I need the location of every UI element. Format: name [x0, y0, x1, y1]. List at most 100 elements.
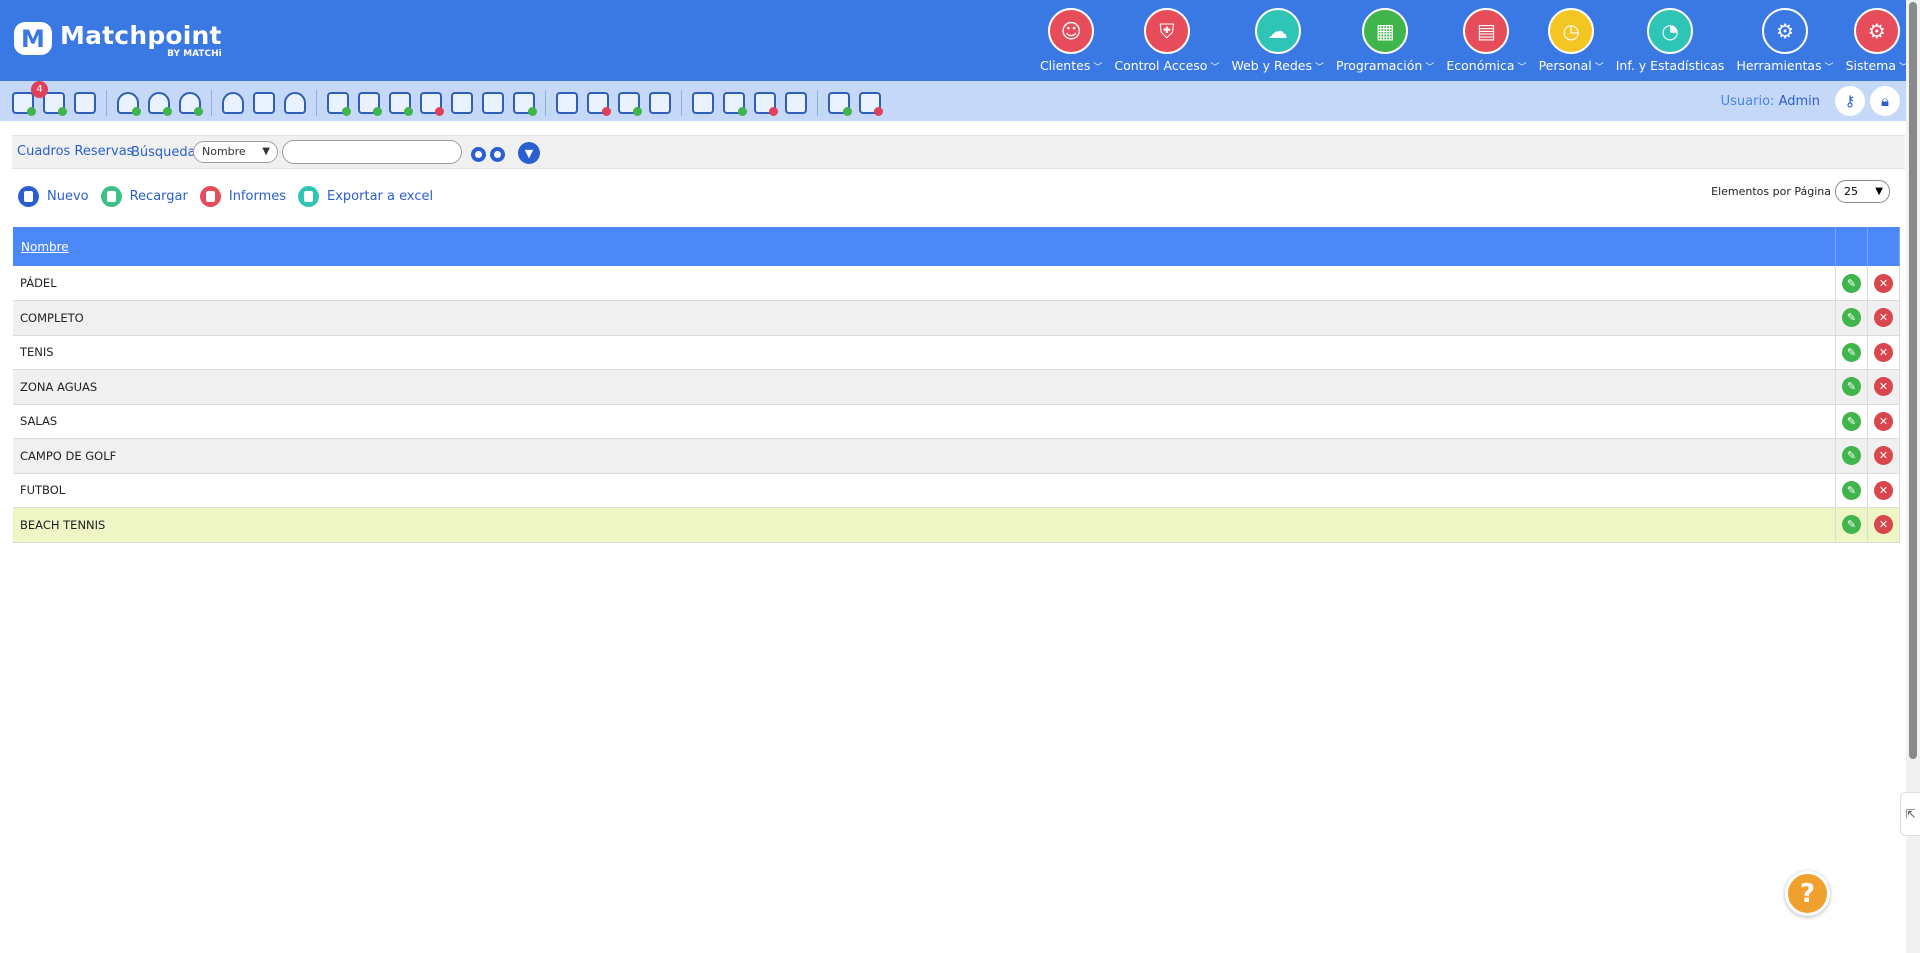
side-collapse-tab[interactable]: ⇱ [1900, 792, 1920, 836]
brand-sub: BY MATCHi [167, 49, 222, 59]
user-edit-icon[interactable] [284, 92, 306, 114]
edit-icon[interactable]: ✎ [1842, 446, 1861, 466]
star-icon[interactable] [253, 92, 275, 114]
top-header: M Matchpoint BY MATCHi ☺ Clientes ﹀ ⛨ Contro… [0, 0, 1920, 81]
nav-item-2[interactable]: ☁ Web y Redes ﹀ [1231, 8, 1324, 73]
chevron-down-icon: ﹀ [1093, 63, 1103, 73]
chart-red-icon[interactable] [754, 92, 778, 116]
row-name: ZONA AGUAS [13, 369, 1836, 405]
action-exportar-a-excel-button[interactable]: Exportar a excel [298, 186, 433, 207]
invoice-search-icon[interactable] [649, 92, 671, 114]
table-row[interactable]: CAMPO DE GOLF ✎ ✕ [13, 438, 1900, 474]
row-name: PÁDEL [13, 266, 1836, 301]
search-input[interactable] [282, 140, 462, 164]
key-icon[interactable]: ⚷ [1835, 86, 1865, 116]
add-client-icon[interactable] [117, 92, 141, 116]
action-icon [18, 186, 39, 207]
edit-icon[interactable]: ✎ [1842, 273, 1861, 293]
edit-icon[interactable]: ✎ [1842, 377, 1861, 397]
search-label: Búsqueda [131, 145, 196, 160]
edit-icon[interactable]: ✎ [1842, 480, 1861, 500]
action-informes-button[interactable]: Informes [199, 186, 286, 207]
new-reservation-icon[interactable] [12, 92, 36, 116]
invoice-time-icon[interactable] [556, 92, 578, 114]
client-search-icon[interactable] [148, 92, 172, 116]
table-row[interactable]: TENIS ✎ ✕ [13, 335, 1900, 370]
bank-icon[interactable] [785, 92, 807, 114]
ticket-ok-icon[interactable] [358, 92, 382, 116]
action-icon [100, 186, 122, 207]
matchpoint-logo[interactable]: M Matchpoint BY MATCHi [14, 22, 222, 59]
delete-icon[interactable]: ✕ [1874, 377, 1893, 397]
column-header-nombre[interactable]: Nombre [13, 227, 1836, 266]
nav-item-6[interactable]: ◔ Inf. y Estadísticas [1616, 8, 1724, 73]
edit-icon[interactable]: ✎ [1842, 342, 1861, 362]
chart-up-icon[interactable] [692, 92, 714, 114]
action-nuevo-button[interactable]: Nuevo [18, 186, 89, 207]
delete-icon[interactable]: ✕ [1874, 480, 1893, 500]
screen-remove-icon[interactable] [859, 92, 883, 116]
notification-badge: 4 [31, 81, 48, 98]
nav-item-1[interactable]: ⛨ Control Acceso ﹀ [1114, 8, 1219, 73]
nav-item-7[interactable]: ⚙ Herramientas ﹀ [1736, 8, 1834, 73]
table-row[interactable]: COMPLETO ✎ ✕ [13, 300, 1900, 336]
chart-green-icon[interactable] [723, 92, 747, 116]
table-row[interactable]: SALAS ✎ ✕ [13, 404, 1900, 439]
help-button[interactable]: ? [1785, 871, 1830, 916]
quick-toolbar [0, 81, 1920, 121]
user-name[interactable]: Admin [1779, 94, 1820, 109]
chevron-down-icon: ﹀ [1824, 63, 1834, 73]
logo-mark-icon: M [14, 22, 52, 55]
table-row[interactable]: PÁDEL ✎ ✕ [13, 266, 1900, 301]
row-name: CAMPO DE GOLF [13, 438, 1836, 474]
action-recargar-button[interactable]: Recargar [100, 186, 188, 207]
invoice-ok-icon[interactable] [618, 92, 642, 116]
lock-icon[interactable]: 🔒︎ [1870, 86, 1900, 116]
delete-icon[interactable]: ✕ [1874, 308, 1893, 328]
search-field-select[interactable]: Nombre ▼ [193, 141, 278, 163]
screen-add-icon[interactable] [828, 92, 852, 116]
edit-icon[interactable]: ✎ [1842, 515, 1861, 535]
row-name: SALAS [13, 404, 1836, 439]
coins-icon[interactable] [513, 92, 537, 116]
delete-icon[interactable]: ✕ [1874, 446, 1893, 466]
delete-icon[interactable]: ✕ [1874, 273, 1893, 293]
ticket-add-icon[interactable] [327, 92, 351, 116]
scroll-thumb[interactable] [1909, 2, 1917, 759]
nav-label: Control Acceso [1114, 58, 1208, 73]
search-bar: Cuadros Reservas Búsqueda Nombre ▼ ▼ [12, 135, 1905, 169]
ticket-money-icon[interactable] [389, 92, 413, 116]
delete-icon[interactable]: ✕ [1874, 515, 1893, 535]
chevron-down-icon: ﹀ [1210, 63, 1220, 73]
shield-icon: ⛨ [1143, 8, 1190, 54]
delete-icon[interactable]: ✕ [1874, 411, 1893, 431]
calendar-icon[interactable] [74, 92, 96, 114]
nav-item-4[interactable]: ▤ Económica ﹀ [1446, 8, 1527, 73]
add-reservation-icon[interactable] [43, 92, 67, 116]
monitor-icon[interactable] [451, 92, 473, 114]
table-row[interactable]: ZONA AGUAS ✎ ✕ [13, 369, 1900, 405]
nav-item-0[interactable]: ☺ Clientes ﹀ [1040, 8, 1102, 73]
nav-item-3[interactable]: ▦ Programación ﹀ [1336, 8, 1434, 73]
table-row[interactable]: BEACH TENNIS ✎ ✕ [13, 507, 1900, 543]
document-icon[interactable] [482, 92, 504, 114]
action-icon [298, 186, 320, 207]
sort-nombre-link[interactable]: Nombre [21, 240, 69, 254]
edit-icon[interactable]: ✎ [1842, 308, 1861, 328]
expand-search-icon[interactable]: ▼ [518, 142, 540, 164]
table-row[interactable]: FUTBOL ✎ ✕ [13, 473, 1900, 508]
user-icon[interactable] [222, 92, 244, 114]
ticket-remove-icon[interactable] [420, 92, 444, 116]
per-page-label: Elementos por Página [1711, 185, 1831, 198]
client-check-icon[interactable] [179, 92, 203, 116]
per-page-select[interactable]: 25 ▼ [1835, 180, 1890, 203]
edit-icon[interactable]: ✎ [1842, 411, 1861, 431]
nav-item-8[interactable]: ⚙ Sistema ﹀ [1846, 8, 1908, 73]
system-icon: ⚙ [1853, 8, 1900, 54]
binoculars-search-icon[interactable] [471, 143, 509, 163]
invoice-alert-icon[interactable] [587, 92, 611, 116]
chevron-down-icon: ▼ [262, 146, 270, 157]
delete-icon[interactable]: ✕ [1874, 342, 1893, 362]
nav-item-5[interactable]: ◷ Personal ﹀ [1539, 8, 1604, 73]
page-title: Cuadros Reservas [17, 144, 134, 159]
